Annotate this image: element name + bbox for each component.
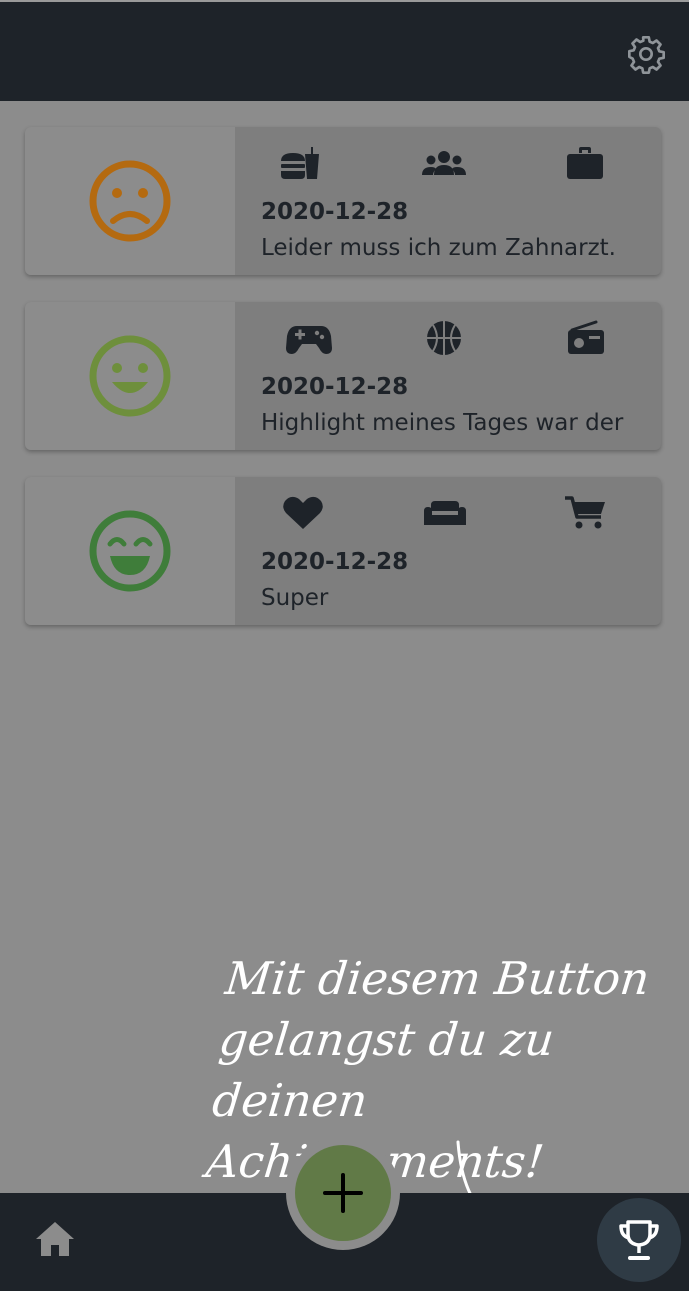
radio-icon xyxy=(562,320,610,356)
entry-date: 2020-12-28 xyxy=(261,549,409,575)
achievements-button[interactable] xyxy=(597,1198,681,1282)
couch-icon xyxy=(421,495,469,531)
tutorial-line: gelangst du zu deinen xyxy=(210,1013,557,1127)
briefcase-icon xyxy=(561,145,609,181)
group-icon xyxy=(420,145,468,181)
heart-icon xyxy=(279,495,327,531)
entry-card[interactable]: 2020-12-28 Leider muss ich zum Zahnarzt. xyxy=(25,127,661,275)
entry-text: Leider muss ich zum Zahnarzt. xyxy=(261,235,616,261)
basketball-icon xyxy=(420,320,468,356)
cart-icon xyxy=(562,495,610,531)
tutorial-hint: Mit diesem Button gelangst du zu deinen … xyxy=(203,948,669,1192)
home-icon[interactable] xyxy=(34,1218,76,1260)
entry-date: 2020-12-28 xyxy=(261,374,409,400)
frown-icon xyxy=(89,160,171,242)
entry-card[interactable]: 2020-12-28 Highlight meines Tages war de… xyxy=(25,302,661,450)
gear-icon[interactable] xyxy=(626,34,666,74)
gamepad-icon xyxy=(285,320,333,356)
top-app-bar xyxy=(0,0,689,101)
entry-text: Super xyxy=(261,585,329,611)
trophy-icon xyxy=(619,1220,659,1260)
mood-pane xyxy=(25,127,235,275)
plus-icon xyxy=(323,1173,363,1213)
tutorial-line: Mit diesem Button xyxy=(222,952,653,1005)
entry-card[interactable]: 2020-12-28 Super xyxy=(25,477,661,625)
grin-beam-icon xyxy=(89,510,171,592)
entry-date: 2020-12-28 xyxy=(261,199,409,225)
entry-text: Highlight meines Tages war der xyxy=(261,410,624,436)
mood-pane xyxy=(25,477,235,625)
burger-soda-icon xyxy=(277,145,325,181)
add-entry-button[interactable] xyxy=(295,1145,391,1241)
mood-pane xyxy=(25,302,235,450)
smile-icon xyxy=(89,335,171,417)
